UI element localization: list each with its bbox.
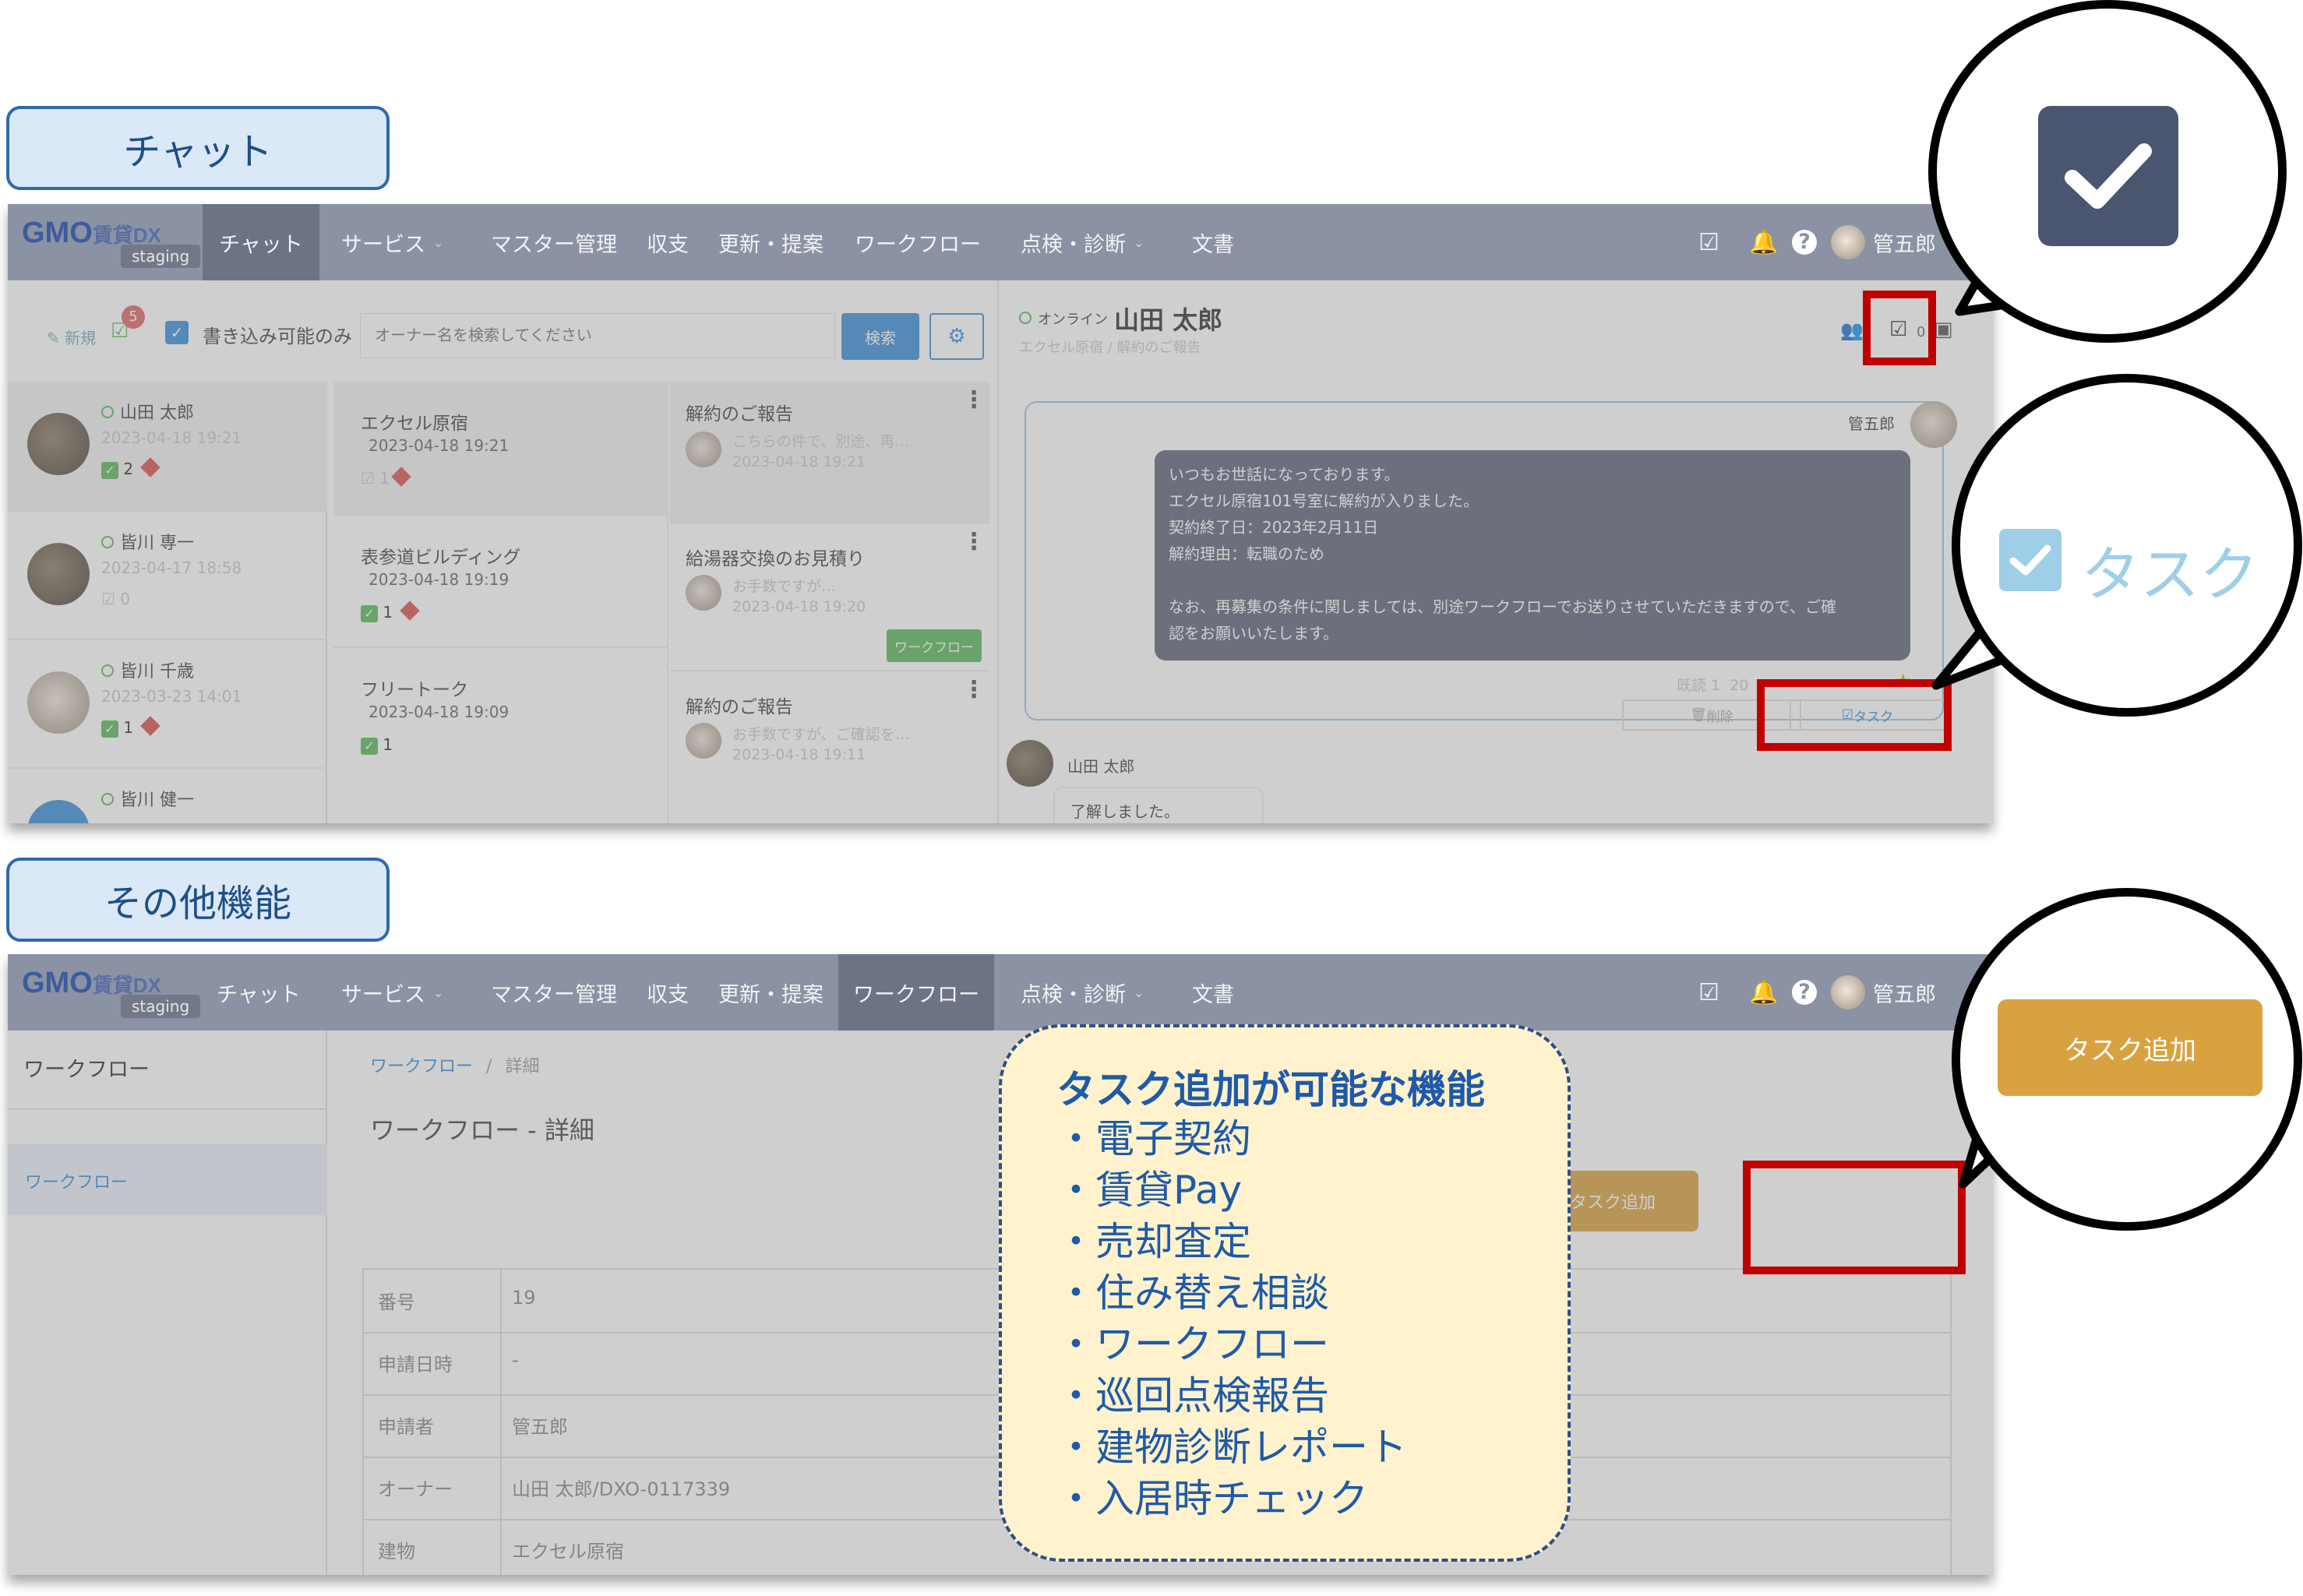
task-list-icon[interactable]: ☑ xyxy=(1698,204,1719,280)
chevron-down-icon: ⌄ xyxy=(1134,985,1144,1000)
top-nav: GMO賃貸DX staging チャット サービス ⌄ マスター管理 収支 更新・… xyxy=(8,954,1993,1031)
list-item: ・巡回点検報告 xyxy=(1056,1373,1329,1418)
add-task-zoom-button: タスク追加 xyxy=(1998,999,2262,1096)
list-item: ・賃貸Pay xyxy=(1056,1168,1243,1213)
nav-master[interactable]: マスター管理 xyxy=(491,204,617,280)
top-nav: GMO賃貸DX staging チャット サービス ⌄ マスター管理 収支 更新・… xyxy=(8,204,1993,280)
check-icon xyxy=(2009,544,2051,576)
nav-balance[interactable]: 収支 xyxy=(647,204,689,280)
help-icon[interactable]: ? xyxy=(1792,204,1817,280)
nav-renewal[interactable]: 更新・提案 xyxy=(718,954,824,1031)
list-item: ・売却査定 xyxy=(1056,1219,1251,1264)
env-badge: staging xyxy=(121,995,201,1018)
chevron-down-icon: ⌄ xyxy=(433,234,444,250)
task-button-highlight xyxy=(1757,679,1952,751)
nav-inspection[interactable]: 点検・診断 ⌄ xyxy=(1021,954,1144,1031)
task-icon-highlight xyxy=(1863,291,1936,365)
user-menu[interactable]: 管五郎 xyxy=(1831,204,1936,280)
list-item: ・入居時チェック xyxy=(1056,1476,1368,1521)
task-icon-zoom-callout xyxy=(1928,0,2287,343)
env-badge: staging xyxy=(121,245,201,268)
nav-documents[interactable]: 文書 xyxy=(1192,954,1234,1031)
other-features-section-label: その他機能 xyxy=(6,858,390,942)
bell-icon[interactable]: 🔔 xyxy=(1749,954,1778,1031)
task-list-icon[interactable]: ☑ xyxy=(1698,954,1719,1031)
check-icon xyxy=(2065,143,2152,209)
avatar xyxy=(1831,975,1865,1009)
nav-inspection[interactable]: 点検・診断 ⌄ xyxy=(1021,204,1144,280)
nav-workflow[interactable]: ワークフロー xyxy=(838,954,994,1031)
chat-screenshot: GMO賃貸DX staging チャット サービス ⌄ マスター管理 収支 更新・… xyxy=(8,204,1993,823)
nav-documents[interactable]: 文書 xyxy=(1192,204,1234,280)
nav-service[interactable]: サービス ⌄ xyxy=(341,954,443,1031)
nav-master[interactable]: マスター管理 xyxy=(491,954,617,1031)
chat-section-label: チャット xyxy=(6,106,390,190)
chevron-down-icon: ⌄ xyxy=(1134,234,1144,250)
nav-chat[interactable]: チャット xyxy=(217,954,301,1031)
help-icon[interactable]: ? xyxy=(1792,954,1817,1031)
list-item: ・住み替え相談 xyxy=(1056,1270,1329,1316)
nav-workflow[interactable]: ワークフロー xyxy=(855,204,981,280)
task-features-note: タスク追加が可能な機能 ・電子契約 ・賃貸Pay ・売却査定 ・住み替え相談 ・… xyxy=(999,1024,1571,1562)
feature-list: ・電子契約 ・賃貸Pay ・売却査定 ・住み替え相談 ・ワークフロー ・巡回点検… xyxy=(1056,1113,1407,1524)
add-task-highlight xyxy=(1743,1161,1966,1274)
list-item: ・建物診断レポート xyxy=(1056,1425,1407,1470)
note-title: タスク追加が可能な機能 xyxy=(1056,1067,1485,1112)
task-button-zoom-callout: タスク xyxy=(1952,374,2302,717)
dim-overlay xyxy=(8,280,1993,823)
nav-balance[interactable]: 収支 xyxy=(647,954,689,1031)
task-zoom-label: タスク xyxy=(2081,540,2259,609)
add-task-zoom-callout: タスク追加 xyxy=(1952,888,2302,1231)
nav-service[interactable]: サービス ⌄ xyxy=(341,204,443,280)
bell-icon[interactable]: 🔔 xyxy=(1749,204,1778,280)
list-item: ・ワークフロー xyxy=(1056,1322,1329,1367)
nav-renewal[interactable]: 更新・提案 xyxy=(718,204,824,280)
checkbox-icon xyxy=(2038,106,2178,246)
chevron-down-icon: ⌄ xyxy=(433,985,444,1000)
user-menu[interactable]: 管五郎 xyxy=(1831,954,1936,1031)
checkbox-icon xyxy=(1999,529,2061,591)
nav-chat[interactable]: チャット xyxy=(203,204,319,280)
list-item: ・電子契約 xyxy=(1056,1116,1251,1161)
avatar xyxy=(1831,225,1865,259)
